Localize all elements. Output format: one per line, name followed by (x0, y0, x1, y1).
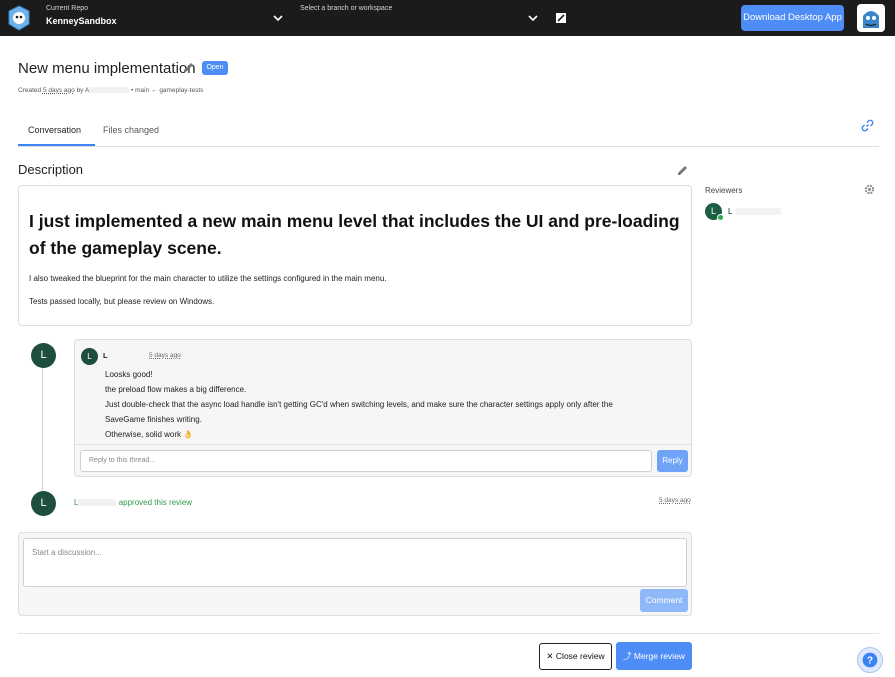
comment-line: Just double-check that the async load ha… (105, 400, 613, 409)
tab-conversation[interactable]: Conversation (28, 125, 81, 135)
approval-event: L approved this review (74, 498, 192, 507)
review-title: New menu implementation (18, 60, 196, 77)
meta-author: by A (76, 87, 90, 94)
new-discussion-box: Start a discussion... Comment (18, 532, 692, 616)
comment-line: SaveGame finishes writing. (105, 415, 202, 424)
comment-body: Loosks good! the preload flow makes a bi… (105, 367, 613, 442)
merge-review-button[interactable]: ⤴ Merge review (616, 642, 692, 670)
approver-avatar: L (31, 491, 56, 516)
download-desktop-app-button[interactable]: Download Desktop App (741, 5, 844, 31)
approval-timestamp: 5 days ago (659, 497, 691, 504)
svg-text:?: ? (867, 656, 873, 667)
close-review-button[interactable]: ✕ Close review (539, 643, 612, 670)
current-repo-label: Current Repo (46, 5, 89, 12)
comment-thread: L L 5 days ago Loosks good! the preload … (74, 339, 692, 477)
description-heading: Description (18, 162, 84, 177)
top-bar: Current Repo KenneySandbox Select a bran… (0, 0, 895, 36)
repo-chevron-down-icon[interactable] (272, 12, 284, 24)
branch-chevron-down-icon[interactable] (527, 12, 539, 24)
comment-button[interactable]: Comment (640, 589, 688, 612)
approved-check-icon (717, 214, 724, 221)
copy-link-icon[interactable] (861, 119, 874, 132)
meta-time: 5 days ago (42, 87, 75, 94)
app-logo-icon[interactable] (7, 5, 31, 31)
branch-select-label[interactable]: Select a branch or workspace (300, 5, 392, 12)
merge-review-label: Merge review (633, 651, 685, 661)
comment-author-avatar: L (31, 343, 56, 368)
comment-line: the preload flow makes a big difference. (105, 385, 247, 394)
comment-avatar: L (81, 348, 98, 365)
actions-divider (18, 633, 879, 634)
comment-timestamp: 5 days ago (149, 352, 181, 359)
close-review-label: Close review (555, 651, 605, 661)
comment-author[interactable]: L (103, 351, 108, 360)
review-meta: Created 5 days ago by A • main ← gamepla… (18, 87, 203, 94)
reply-button[interactable]: Reply (657, 450, 688, 472)
merge-icon: ⤴ (623, 651, 632, 661)
reply-input[interactable]: Reply to this thread... (80, 450, 652, 472)
redacted-approver-name (78, 499, 117, 507)
edit-title-pencil-icon[interactable] (182, 61, 195, 74)
close-icon: ✕ (546, 651, 554, 661)
description-paragraph: I also tweaked the blueprint for the mai… (29, 274, 387, 283)
tab-divider (18, 146, 879, 147)
redacted-author (89, 87, 130, 94)
comment-divider (75, 444, 691, 445)
redacted-reviewer-name (736, 208, 781, 215)
meta-created: Created (18, 87, 42, 94)
help-button[interactable]: ? (857, 647, 883, 673)
description-box: I just implemented a new main menu level… (18, 185, 692, 326)
comment-line: Otherwise, solid work 👌 (105, 430, 194, 439)
description-heading-text: I just implemented a new main menu level… (29, 211, 680, 258)
comment-line: Loosks good! (105, 370, 153, 379)
timeline-line (42, 365, 43, 493)
edit-flag-icon[interactable] (554, 11, 568, 25)
discussion-input[interactable]: Start a discussion... (23, 538, 687, 587)
reviewer-name[interactable]: L (728, 207, 732, 216)
tab-files-changed[interactable]: Files changed (103, 125, 159, 135)
approval-text: approved this review (118, 498, 193, 507)
description-paragraph: Tests passed locally, but please review … (29, 297, 215, 306)
reviewers-settings-gear-icon[interactable] (864, 184, 875, 195)
user-avatar[interactable] (857, 4, 885, 32)
reviewers-heading: Reviewers (705, 186, 743, 195)
edit-description-pencil-icon[interactable] (677, 164, 689, 176)
current-repo-name[interactable]: KenneySandbox (46, 16, 117, 26)
meta-branches: • main ← gameplay-tests (131, 87, 204, 94)
status-badge: Open (202, 61, 228, 75)
